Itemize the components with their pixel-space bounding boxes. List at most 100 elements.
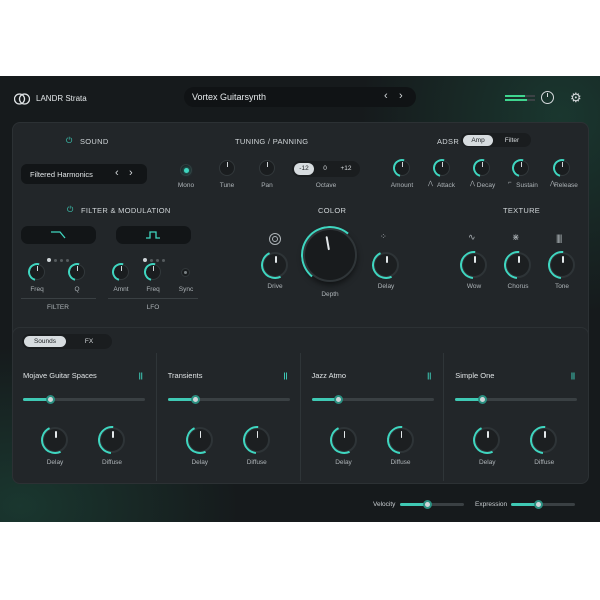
layer-diffuse-label: Diffuse bbox=[101, 459, 123, 466]
preset-prev-icon[interactable]: ‹ bbox=[384, 90, 388, 102]
layer-card: Jazz Atmo || Delay Diffuse bbox=[299, 353, 445, 481]
layer-delay-knob[interactable] bbox=[181, 422, 218, 458]
layer-diffuse-knob[interactable] bbox=[380, 420, 421, 460]
filter-type-selector[interactable] bbox=[21, 226, 96, 244]
tab-fx[interactable]: FX bbox=[72, 336, 106, 347]
layer-level-icon[interactable]: || bbox=[284, 373, 288, 380]
adsr-amount-knob[interactable] bbox=[394, 160, 410, 176]
layer-delay-label: Delay bbox=[478, 459, 496, 466]
tone-knob[interactable] bbox=[542, 245, 582, 285]
layer-level-icon[interactable]: || bbox=[571, 373, 575, 380]
layer-delay-knob[interactable] bbox=[37, 422, 73, 458]
expression-slider-thumb[interactable] bbox=[533, 500, 543, 509]
color-delay-label: Delay bbox=[377, 283, 395, 290]
adsr-release-label: Release bbox=[554, 182, 578, 189]
layer-volume-thumb[interactable] bbox=[190, 395, 200, 404]
sound-prev-icon[interactable]: ‹ bbox=[115, 167, 119, 179]
layer-volume-thumb[interactable] bbox=[45, 395, 55, 404]
sound-preset-name: Filtered Harmonics bbox=[30, 170, 93, 179]
sound-power-icon[interactable]: ⏻ bbox=[66, 136, 72, 146]
octave-selector[interactable]: -12 0 +12 bbox=[292, 161, 360, 177]
lfo-freq-knob[interactable] bbox=[145, 264, 161, 280]
layer-diffuse-knob[interactable] bbox=[524, 420, 564, 460]
tune-knob[interactable] bbox=[219, 160, 235, 176]
lfo-sync-toggle[interactable] bbox=[181, 268, 190, 277]
adsr-tab-amp[interactable]: Amp bbox=[463, 134, 493, 146]
adsr-tab-filter[interactable]: Filter bbox=[497, 135, 527, 146]
layer-delay-knob[interactable] bbox=[469, 422, 506, 458]
layer-diffuse-knob[interactable] bbox=[92, 420, 132, 460]
layer-delay-label: Delay bbox=[335, 459, 352, 466]
adsr-decay-knob[interactable] bbox=[474, 160, 490, 176]
release-shape-icon: ⋀ bbox=[550, 181, 555, 187]
square-wave-icon bbox=[146, 231, 160, 239]
layer-level-icon[interactable]: || bbox=[427, 373, 431, 380]
sustain-shape-icon: ⌐ bbox=[508, 180, 512, 186]
adsr-release-knob[interactable] bbox=[554, 160, 570, 176]
layer-name: Simple One bbox=[455, 371, 495, 380]
wow-wave-icon: ∿ bbox=[468, 232, 476, 242]
layer-card: Transients || Delay Diffuse bbox=[155, 353, 301, 481]
filter-freq-label: Freq bbox=[30, 286, 44, 293]
tuning-header: TUNING / PANNING bbox=[235, 137, 309, 146]
mono-label: Mono bbox=[177, 182, 195, 189]
master-volume-knob-icon[interactable] bbox=[541, 91, 554, 104]
octave-option-0[interactable]: 0 bbox=[318, 163, 332, 175]
filter-power-icon[interactable]: ⏻ bbox=[67, 205, 73, 215]
layer-diffuse-label: Diffuse bbox=[246, 459, 267, 466]
layers-tabs: Sounds FX bbox=[22, 334, 112, 349]
drive-target-icon bbox=[269, 233, 281, 245]
velocity-slider-thumb[interactable] bbox=[422, 500, 432, 509]
layer-diffuse-knob[interactable] bbox=[237, 420, 277, 460]
lfo-shape-selector[interactable] bbox=[116, 226, 191, 244]
depth-knob[interactable] bbox=[298, 223, 362, 287]
pan-knob[interactable] bbox=[259, 160, 275, 176]
wow-knob[interactable] bbox=[454, 245, 494, 285]
filter-q-knob[interactable] bbox=[69, 264, 85, 280]
adsr-attack-knob[interactable] bbox=[434, 160, 450, 176]
preset-next-icon[interactable]: › bbox=[399, 90, 403, 102]
layer-diffuse-label: Diffuse bbox=[534, 459, 555, 466]
texture-header: TEXTURE bbox=[503, 206, 541, 215]
layer-delay-label: Delay bbox=[46, 459, 64, 466]
wow-label: Wow bbox=[466, 283, 482, 290]
plugin-window: LANDR Strata Vortex Guitarsynth ‹ › ⚙ ⏻ … bbox=[0, 76, 600, 522]
drive-label: Drive bbox=[267, 283, 283, 290]
layer-volume-thumb[interactable] bbox=[334, 395, 344, 404]
mono-toggle[interactable] bbox=[180, 164, 192, 176]
tone-label: Tone bbox=[554, 283, 570, 290]
chorus-spread-icon: ⋇ bbox=[512, 232, 520, 242]
lfo-amount-label: Amnt bbox=[113, 286, 129, 293]
preset-selector[interactable]: Vortex Guitarsynth ‹ › bbox=[184, 87, 416, 107]
filter-q-label: Q bbox=[74, 286, 80, 293]
settings-gear-icon[interactable]: ⚙ bbox=[570, 90, 582, 106]
tab-sounds[interactable]: Sounds bbox=[24, 336, 66, 347]
lfo-amount-knob[interactable] bbox=[113, 264, 129, 280]
layer-delay-label: Delay bbox=[191, 459, 209, 466]
layer-volume-thumb[interactable] bbox=[478, 395, 488, 404]
filter-page-dots[interactable] bbox=[47, 249, 69, 267]
filter-mod-header: FILTER & MODULATION bbox=[81, 206, 171, 215]
output-meter bbox=[505, 95, 535, 101]
chorus-knob[interactable] bbox=[498, 245, 538, 285]
octave-option-minus12[interactable]: -12 bbox=[294, 163, 314, 175]
chorus-label: Chorus bbox=[507, 283, 529, 290]
attack-shape-icon: ⋀ bbox=[428, 181, 433, 187]
sound-header: SOUND bbox=[80, 137, 109, 146]
layer-level-icon[interactable]: || bbox=[139, 373, 143, 380]
layer-name: Transients bbox=[167, 371, 203, 380]
sound-preset-selector[interactable]: Filtered Harmonics ‹ › bbox=[21, 164, 147, 184]
drive-knob[interactable] bbox=[257, 247, 293, 283]
adsr-sustain-knob[interactable] bbox=[513, 160, 529, 176]
layer-delay-knob[interactable] bbox=[325, 422, 362, 458]
pan-label: Pan bbox=[261, 182, 273, 189]
adsr-header: ADSR bbox=[437, 137, 460, 146]
octave-option-plus12[interactable]: +12 bbox=[336, 163, 356, 175]
expression-label: Expression bbox=[475, 501, 508, 508]
sound-next-icon[interactable]: › bbox=[129, 167, 133, 179]
filter-freq-knob[interactable] bbox=[29, 264, 45, 280]
depth-label: Depth bbox=[321, 291, 339, 298]
color-delay-knob[interactable] bbox=[368, 247, 404, 283]
app-title: LANDR Strata bbox=[36, 94, 87, 103]
layer-card: Simple One || Delay Diffuse bbox=[443, 353, 588, 481]
